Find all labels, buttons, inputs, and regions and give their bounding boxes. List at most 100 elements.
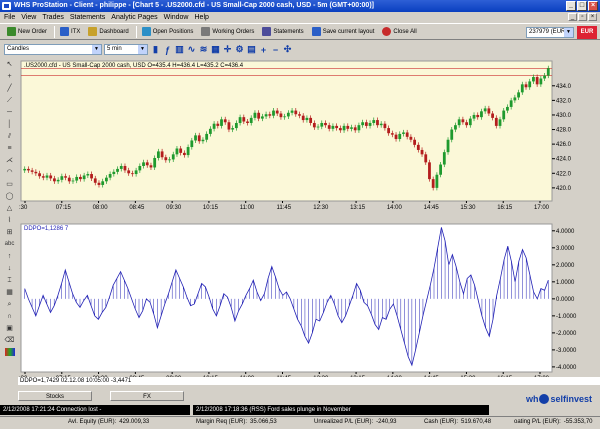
color-picker-icon[interactable]	[3, 347, 16, 358]
candle-body	[383, 123, 387, 129]
text-tool-icon[interactable]: abc	[3, 239, 16, 250]
fan-icon[interactable]: ⋌	[3, 155, 16, 166]
account-select[interactable]: 237979 (EUR) ▼	[526, 27, 574, 38]
candle-body	[127, 170, 131, 174]
metric-unrealized-pl: Unrealized P/L (EUR): -240,93	[314, 419, 397, 425]
metric-floating-pl: oating P/L (EUR): -55.353,70	[514, 419, 593, 425]
fit-icon[interactable]: ✣	[282, 44, 293, 55]
arrow-down-icon[interactable]: ↓	[3, 263, 16, 274]
ellipse-icon[interactable]: ◯	[3, 191, 16, 202]
menu-file[interactable]: File	[4, 14, 15, 21]
chart-type-select[interactable]: Candles ▼	[4, 44, 102, 55]
app-icon	[2, 2, 11, 10]
candle-body	[257, 112, 261, 119]
close-all-button[interactable]: Close All	[379, 25, 419, 38]
cursor-icon[interactable]: ↖	[3, 59, 16, 70]
menu-analytic-pages[interactable]: Analytic Pages	[111, 14, 157, 21]
menu-view[interactable]: View	[21, 14, 36, 21]
candle-body	[461, 119, 465, 123]
zoom-in-icon[interactable]: +	[258, 44, 269, 55]
zoom-out-icon[interactable]: −	[270, 44, 281, 55]
tab-fx[interactable]: FX	[110, 391, 184, 401]
zoom-tool-icon[interactable]: ⌕	[3, 299, 16, 310]
menu-window[interactable]: Window	[164, 14, 189, 21]
candle-body	[175, 148, 179, 155]
minimize-icon[interactable]: _	[566, 1, 576, 11]
trendline-icon[interactable]: ╱	[3, 83, 16, 94]
news-ticker-left[interactable]: 2/12/2008 17:21:24 Connection lost -	[0, 405, 190, 415]
candle-body	[223, 119, 227, 123]
candle-body	[242, 117, 246, 122]
close-icon[interactable]: ×	[588, 1, 598, 11]
new-order-button[interactable]: New Order	[4, 25, 50, 38]
price-x-tick-label: 08:00	[93, 205, 109, 211]
candle-body	[320, 122, 324, 127]
calculator-icon[interactable]: ▦	[3, 287, 16, 298]
save-layout-button[interactable]: Save current layout	[309, 25, 378, 38]
chart-area[interactable]: 420.0 422.0 424.0 426.0 428.0 430.0 432.0 434.0…	[18, 58, 600, 385]
line-chart-icon[interactable]: ∿	[186, 44, 197, 55]
candle-body	[372, 120, 376, 123]
vertical-line-icon[interactable]: │	[3, 119, 16, 130]
arc-icon[interactable]: ◠	[3, 167, 16, 178]
chart-toolbar: Candles ▼ 5 min ▼ ▮ ƒ ▥ ∿ ≋ ▦ ✛ ⚙ ▤ + − ✣	[0, 41, 600, 58]
eraser-icon[interactable]: ⌫	[3, 335, 16, 346]
price-y-tick-label: 434.0	[556, 84, 572, 90]
indicator-icon[interactable]: ƒ	[162, 44, 173, 55]
triangle-icon[interactable]: △	[3, 203, 16, 214]
lock-icon[interactable]: ▣	[3, 323, 16, 334]
maximize-icon[interactable]: □	[577, 1, 587, 11]
chart-svg[interactable]: 420.0 422.0 424.0 426.0 428.0 430.0 432.0 434.0…	[18, 58, 600, 382]
rectangle-icon[interactable]: ▭	[3, 179, 16, 190]
title-bar: WHS ProStation - Client - philippe - [Ch…	[0, 0, 600, 12]
mdi-close-icon[interactable]: ×	[588, 13, 597, 21]
settings-icon[interactable]: ⚙	[234, 44, 245, 55]
candle-body	[253, 112, 257, 118]
mdi-restore-icon[interactable]: ▫	[578, 13, 587, 21]
measure-icon[interactable]: ⌶	[3, 275, 16, 286]
working-orders-button[interactable]: Working Orders	[198, 25, 257, 38]
magnet-icon[interactable]: ∩	[3, 311, 16, 322]
menu-help[interactable]: Help	[195, 14, 209, 21]
price-x-tick-label: 09:30	[166, 205, 182, 211]
candles-icon[interactable]: ▮	[150, 44, 161, 55]
menu-trades[interactable]: Trades	[42, 14, 64, 21]
news-ticker-right[interactable]: 2/12/2008 17:18:36 (RSS) Ford sales plun…	[193, 405, 489, 415]
candle-body	[279, 113, 283, 118]
horizontal-line-icon[interactable]: ─	[3, 107, 16, 118]
mdi-controls: _ ▫ ×	[568, 13, 597, 21]
statements-button[interactable]: Statements	[259, 25, 306, 38]
itx-button[interactable]: ITX	[57, 25, 83, 38]
open-positions-button[interactable]: Open Positions	[139, 25, 197, 38]
candle-body	[394, 134, 398, 140]
candle-body	[67, 177, 71, 182]
candle-body	[45, 175, 49, 178]
candle-body	[160, 151, 164, 158]
mdi-minimize-icon[interactable]: _	[568, 13, 577, 21]
arrow-up-icon[interactable]: ↑	[3, 251, 16, 262]
bar-chart-icon[interactable]: ▥	[174, 44, 185, 55]
candle-body	[238, 117, 242, 123]
tab-stocks[interactable]: Stocks	[18, 391, 92, 401]
candle-body	[305, 117, 309, 121]
interval-select[interactable]: 5 min ▼	[104, 44, 148, 55]
menu-statements[interactable]: Statements	[70, 14, 105, 21]
osc-y-tick-label: 0.0000	[556, 297, 575, 303]
grid-icon[interactable]: ▦	[210, 44, 221, 55]
compare-icon[interactable]: ≋	[198, 44, 209, 55]
fibonacci-icon[interactable]: ≡	[3, 143, 16, 154]
candle-body	[338, 128, 342, 131]
gann-icon[interactable]: ⊞	[3, 227, 16, 238]
template-icon[interactable]: ▤	[246, 44, 257, 55]
cycle-icon[interactable]: ⌇	[3, 215, 16, 226]
candle-body	[249, 117, 253, 123]
channel-icon[interactable]: ⫽	[3, 131, 16, 142]
price-y-tick-label: 422.0	[556, 171, 572, 177]
candle-body	[416, 144, 420, 150]
crosshair-tool-icon[interactable]: +	[3, 71, 16, 82]
osc-y-tick-label: 3.0000	[556, 246, 575, 252]
dashboard-button[interactable]: Dashboard	[85, 25, 131, 38]
candle-body	[357, 125, 361, 131]
ray-icon[interactable]: ⟋	[3, 95, 16, 106]
crosshair-icon[interactable]: ✛	[222, 44, 233, 55]
